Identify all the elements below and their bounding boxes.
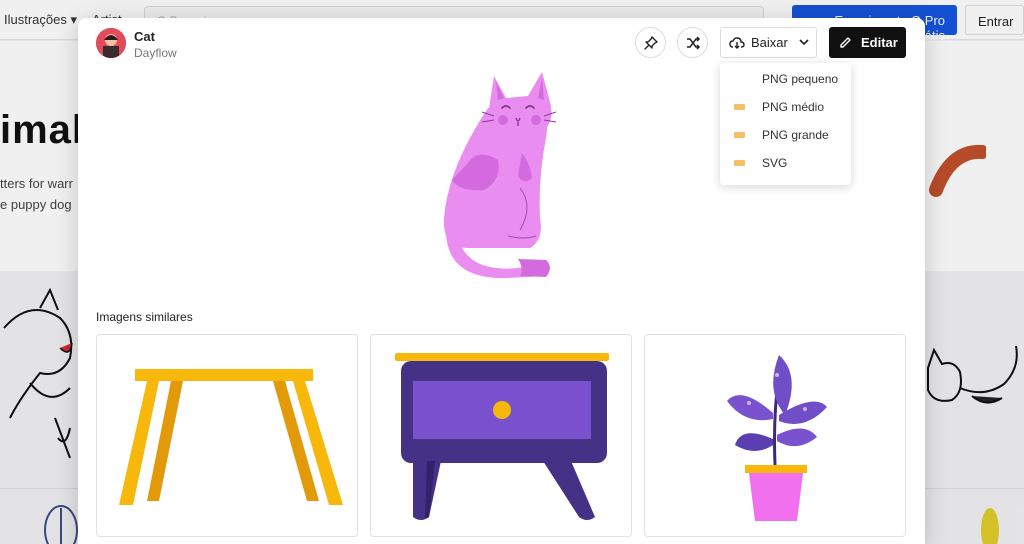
download-option-label: SVG [762,156,788,170]
pro-tag-icon [734,104,745,110]
pro-tag-icon [734,160,745,166]
download-option-png-large[interactable]: PNG grande [720,123,851,147]
download-dropdown: PNG pequeno PNG médio PNG grande SVG [720,63,851,185]
plant-illustration [727,355,827,521]
author-avatar[interactable] [96,28,126,58]
pin-icon [643,35,658,50]
pin-button[interactable] [635,27,666,58]
similar-item-table[interactable] [96,334,358,537]
author-avatar-image [96,28,126,58]
download-option-svg[interactable]: SVG [720,151,851,175]
author-info: Cat Dayflow [134,29,177,60]
cat-illustration [443,72,557,279]
shuffle-button[interactable] [677,27,708,58]
similar-images-heading: Imagens similares [96,310,193,324]
similar-item-potted-plant[interactable] [644,334,906,537]
table-illustration [119,369,343,505]
edit-button[interactable]: Editar [829,27,906,58]
download-option-label: PNG pequeno [762,72,839,86]
edit-label: Editar [861,35,898,50]
author-name[interactable]: Dayflow [134,46,177,60]
illustration-title: Cat [134,29,155,44]
shuffle-icon [686,35,700,50]
pencil-icon [840,37,851,48]
download-label: Baixar [751,35,788,50]
nightstand-illustration [395,353,609,520]
illustration-modal: Cat Dayflow Baixar Editar PNG pequeno PN… [78,18,925,544]
format-tag-icon [734,76,745,82]
download-option-label: PNG grande [762,128,829,142]
cloud-download-icon [729,36,745,49]
similar-item-nightstand[interactable] [370,334,632,537]
pro-tag-icon [734,132,745,138]
download-option-png-small[interactable]: PNG pequeno [720,67,851,91]
download-button[interactable]: Baixar [720,27,817,58]
chevron-down-icon [799,39,809,46]
download-option-png-medium[interactable]: PNG médio [720,95,851,119]
download-option-label: PNG médio [762,100,825,114]
